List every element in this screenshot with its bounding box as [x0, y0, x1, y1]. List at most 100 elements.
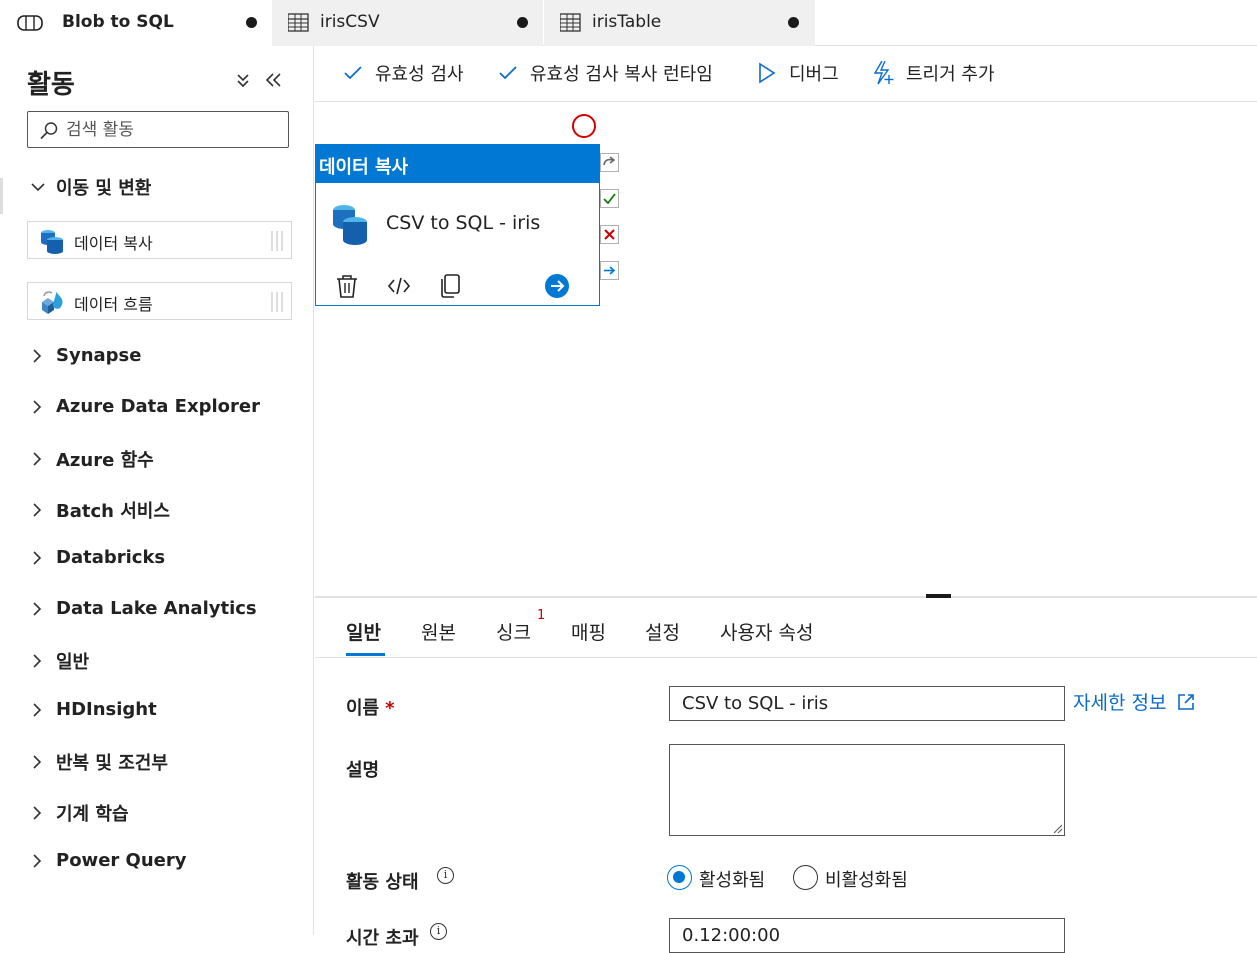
validate-copy-runtime-button[interactable]: 유효성 검사 복사 런타임: [498, 60, 713, 86]
table-icon: [560, 13, 581, 32]
tab-source[interactable]: 원본: [421, 618, 456, 645]
chevron-right-icon: [33, 452, 42, 466]
category-label: 반복 및 조건부: [56, 753, 168, 774]
failure-port-icon[interactable]: [600, 225, 619, 244]
info-icon[interactable]: i: [437, 867, 454, 884]
name-label-text: 이름: [346, 698, 380, 719]
completion-port-icon[interactable]: [600, 261, 619, 280]
more-info-link[interactable]: 자세한 정보: [1073, 688, 1196, 715]
category-label: 일반: [56, 652, 90, 673]
tab-iristable[interactable]: irisTable: [544, 0, 815, 46]
category-label: 이동 및 변환: [56, 178, 152, 199]
document-tab-bar: Blob to SQL irisCSV irisTable: [0, 0, 1257, 46]
radio-activated[interactable]: [667, 865, 692, 890]
copy-data-icon: [333, 205, 367, 245]
required-mark: *: [385, 698, 395, 719]
chevron-right-icon: [33, 503, 42, 517]
category-batch-service[interactable]: Batch 서비스: [30, 497, 170, 523]
activity-data-flow[interactable]: 데이터 흐름: [27, 282, 292, 320]
tab-iriscsv[interactable]: irisCSV: [272, 0, 543, 46]
search-input[interactable]: [66, 118, 281, 142]
copy-data-activity-node[interactable]: 데이터 복사 CSV to SQL - iris: [315, 144, 600, 306]
validate-button[interactable]: 유효성 검사: [343, 60, 464, 86]
copy-data-icon: [41, 230, 63, 254]
category-azure-functions[interactable]: Azure 함수: [30, 446, 154, 472]
pane-edge-marker: [0, 178, 3, 214]
pipeline-toolbar: 유효성 검사 유효성 검사 복사 런타임 디버그 트리거 추가: [315, 46, 1257, 102]
timeout-field[interactable]: [669, 918, 1065, 953]
debug-button[interactable]: 디버그: [757, 60, 839, 86]
external-link-icon: [1178, 693, 1195, 710]
radio-deactivated-label: 비활성화됨: [825, 870, 908, 891]
pipeline-canvas[interactable]: 데이터 복사 CSV to SQL - iris: [315, 102, 1257, 596]
chevron-right-icon: [33, 399, 42, 414]
code-icon[interactable]: [386, 273, 412, 299]
sink-error-badge: 1: [537, 608, 546, 623]
drag-grip-icon[interactable]: [269, 291, 285, 313]
add-trigger-button[interactable]: 트리거 추가: [872, 60, 995, 86]
validate-runtime-label: 유효성 검사 복사 런타임: [530, 64, 713, 85]
unsaved-dot-icon[interactable]: [246, 17, 257, 28]
unsaved-dot-icon[interactable]: [788, 17, 799, 28]
collapse-pane-icon[interactable]: [264, 71, 282, 89]
category-move-transform[interactable]: 이동 및 변환: [30, 174, 151, 200]
unsaved-dot-icon[interactable]: [517, 17, 528, 28]
activity-state-label: 활동 상태: [346, 872, 419, 893]
activities-title: 활동: [27, 70, 75, 100]
category-general[interactable]: 일반: [30, 648, 89, 674]
tab-label: Blob to SQL: [62, 12, 174, 32]
delete-icon[interactable]: [334, 273, 360, 299]
drag-grip-icon[interactable]: [269, 230, 285, 252]
tab-general[interactable]: 일반: [346, 618, 381, 645]
activity-copy-data[interactable]: 데이터 복사: [27, 221, 292, 259]
category-azure-data-explorer[interactable]: Azure Data Explorer: [30, 396, 260, 417]
category-synapse[interactable]: Synapse: [30, 345, 141, 366]
checkmark-icon: [344, 66, 362, 80]
tab-settings[interactable]: 설정: [645, 618, 680, 645]
collapse-all-icon[interactable]: [234, 71, 252, 89]
category-label: Data Lake Analytics: [56, 598, 257, 619]
category-iteration-conditionals[interactable]: 반복 및 조건부: [30, 749, 168, 775]
tab-user-properties[interactable]: 사용자 속성: [720, 618, 813, 645]
add-trigger-label: 트리거 추가: [906, 64, 995, 85]
tab-blob-to-sql[interactable]: Blob to SQL: [0, 0, 272, 46]
lightning-add-icon: [873, 60, 894, 85]
category-label: Power Query: [56, 850, 187, 871]
tab-mapping[interactable]: 매핑: [571, 618, 606, 645]
validate-label: 유효성 검사: [375, 64, 464, 85]
timeout-label: 시간 초과: [346, 928, 419, 949]
debug-label: 디버그: [789, 64, 839, 85]
category-power-query[interactable]: Power Query: [30, 850, 186, 871]
chevron-right-icon: [33, 654, 42, 668]
activity-search-box[interactable]: [27, 111, 289, 148]
tab-label: irisTable: [592, 12, 662, 32]
chevron-right-icon: [33, 601, 42, 616]
category-data-lake-analytics[interactable]: Data Lake Analytics: [30, 598, 257, 619]
description-field[interactable]: [669, 744, 1065, 836]
data-flow-icon: [42, 291, 63, 314]
skip-port-icon[interactable]: [600, 153, 619, 172]
radio-deactivated[interactable]: [793, 865, 818, 890]
resize-grip-icon[interactable]: [1052, 823, 1062, 833]
success-port-icon[interactable]: [600, 189, 619, 208]
activity-label: 데이터 복사: [74, 234, 153, 253]
error-indicator-icon[interactable]: [572, 114, 596, 138]
category-label: 기계 학습: [56, 804, 129, 825]
info-icon[interactable]: i: [430, 923, 447, 940]
chevron-right-icon: [33, 550, 42, 565]
category-label: Azure Data Explorer: [56, 396, 260, 417]
tab-label: irisCSV: [320, 12, 380, 32]
name-field[interactable]: [669, 686, 1065, 721]
chevron-right-icon: [33, 348, 42, 363]
category-machine-learning[interactable]: 기계 학습: [30, 800, 129, 826]
description-label: 설명: [346, 760, 380, 781]
properties-tab-bar: 일반 원본 싱크 1 매핑 설정 사용자 속성: [315, 598, 1257, 658]
arrow-right-circle-icon[interactable]: [544, 273, 570, 299]
category-hdinsight[interactable]: HDInsight: [30, 699, 157, 720]
chevron-down-icon: [31, 183, 45, 192]
category-databricks[interactable]: Databricks: [30, 547, 165, 568]
clone-icon[interactable]: [437, 273, 463, 299]
active-tab-indicator: [346, 653, 385, 656]
tab-sink[interactable]: 싱크: [496, 618, 531, 645]
chevron-right-icon: [33, 702, 42, 717]
